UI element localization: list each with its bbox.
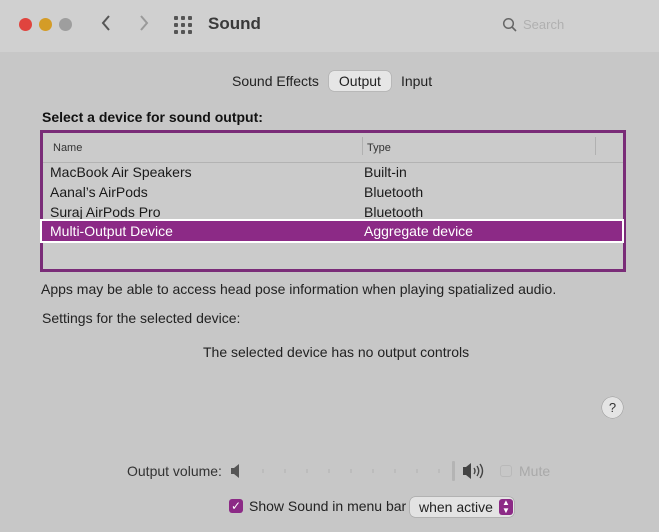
dropdown-value: when active xyxy=(419,499,493,515)
device-name: Aanal’s AirPods xyxy=(50,184,148,200)
device-name: Multi-Output Device xyxy=(50,223,173,239)
output-volume-slider[interactable] xyxy=(262,469,442,473)
slider-knob[interactable] xyxy=(452,461,456,481)
device-type: Bluetooth xyxy=(364,204,424,220)
output-device-heading: Select a device for sound output: xyxy=(42,109,263,125)
minimize-window-button[interactable] xyxy=(39,18,52,31)
device-type: Aggregate device xyxy=(364,223,473,239)
spatial-audio-note: Apps may be able to access head pose inf… xyxy=(41,281,557,297)
table-header: Name Type xyxy=(43,133,623,163)
back-chevron-icon[interactable] xyxy=(100,13,112,39)
device-type: Built-in xyxy=(364,164,407,180)
speaker-high-icon xyxy=(463,463,484,479)
tab-bar: Sound Effects Output Input xyxy=(222,70,442,92)
updown-chevron-icon: ▲ ▼ xyxy=(499,499,513,515)
mute-checkbox[interactable] xyxy=(500,465,512,477)
settings-label: Settings for the selected device: xyxy=(42,310,241,326)
show-in-menu-bar-checkbox[interactable]: ✓ xyxy=(229,499,243,513)
speaker-low-icon xyxy=(231,464,239,478)
help-button[interactable]: ? xyxy=(602,397,623,418)
column-header-type[interactable]: Type xyxy=(367,142,391,154)
search-placeholder: Search xyxy=(523,17,565,32)
output-device-table[interactable]: Name Type MacBook Air Speakers Built-in … xyxy=(40,130,626,272)
show-in-menu-bar-label: Show Sound in menu bar xyxy=(249,498,407,514)
zoom-window-button[interactable] xyxy=(59,18,72,31)
search-field[interactable]: Search xyxy=(496,14,646,36)
table-row-selected[interactable]: Multi-Output Device Aggregate device xyxy=(40,219,624,243)
device-type: Bluetooth xyxy=(364,184,424,200)
window-title: Sound xyxy=(208,14,261,33)
table-row[interactable]: MacBook Air Speakers Built-in xyxy=(43,163,623,183)
tab-output[interactable]: Output xyxy=(328,71,391,91)
tab-sound-effects[interactable]: Sound Effects xyxy=(222,71,329,91)
mute-label: Mute xyxy=(519,463,551,479)
column-divider xyxy=(595,137,596,155)
column-divider xyxy=(362,137,363,155)
column-header-name[interactable]: Name xyxy=(53,142,82,154)
forward-chevron-icon[interactable] xyxy=(138,13,150,39)
search-icon xyxy=(502,17,517,32)
output-volume-label: Output volume: xyxy=(127,463,222,479)
show-all-grid-icon[interactable] xyxy=(174,16,194,34)
device-name: MacBook Air Speakers xyxy=(50,164,192,180)
tab-input[interactable]: Input xyxy=(391,71,442,91)
no-output-controls-text: The selected device has no output contro… xyxy=(203,344,470,360)
menu-bar-visibility-dropdown[interactable]: when active ▲ ▼ xyxy=(410,497,514,517)
device-name: Suraj AirPods Pro xyxy=(50,204,161,220)
table-row[interactable]: Aanal’s AirPods Bluetooth xyxy=(43,183,623,203)
close-window-button[interactable] xyxy=(19,18,32,31)
